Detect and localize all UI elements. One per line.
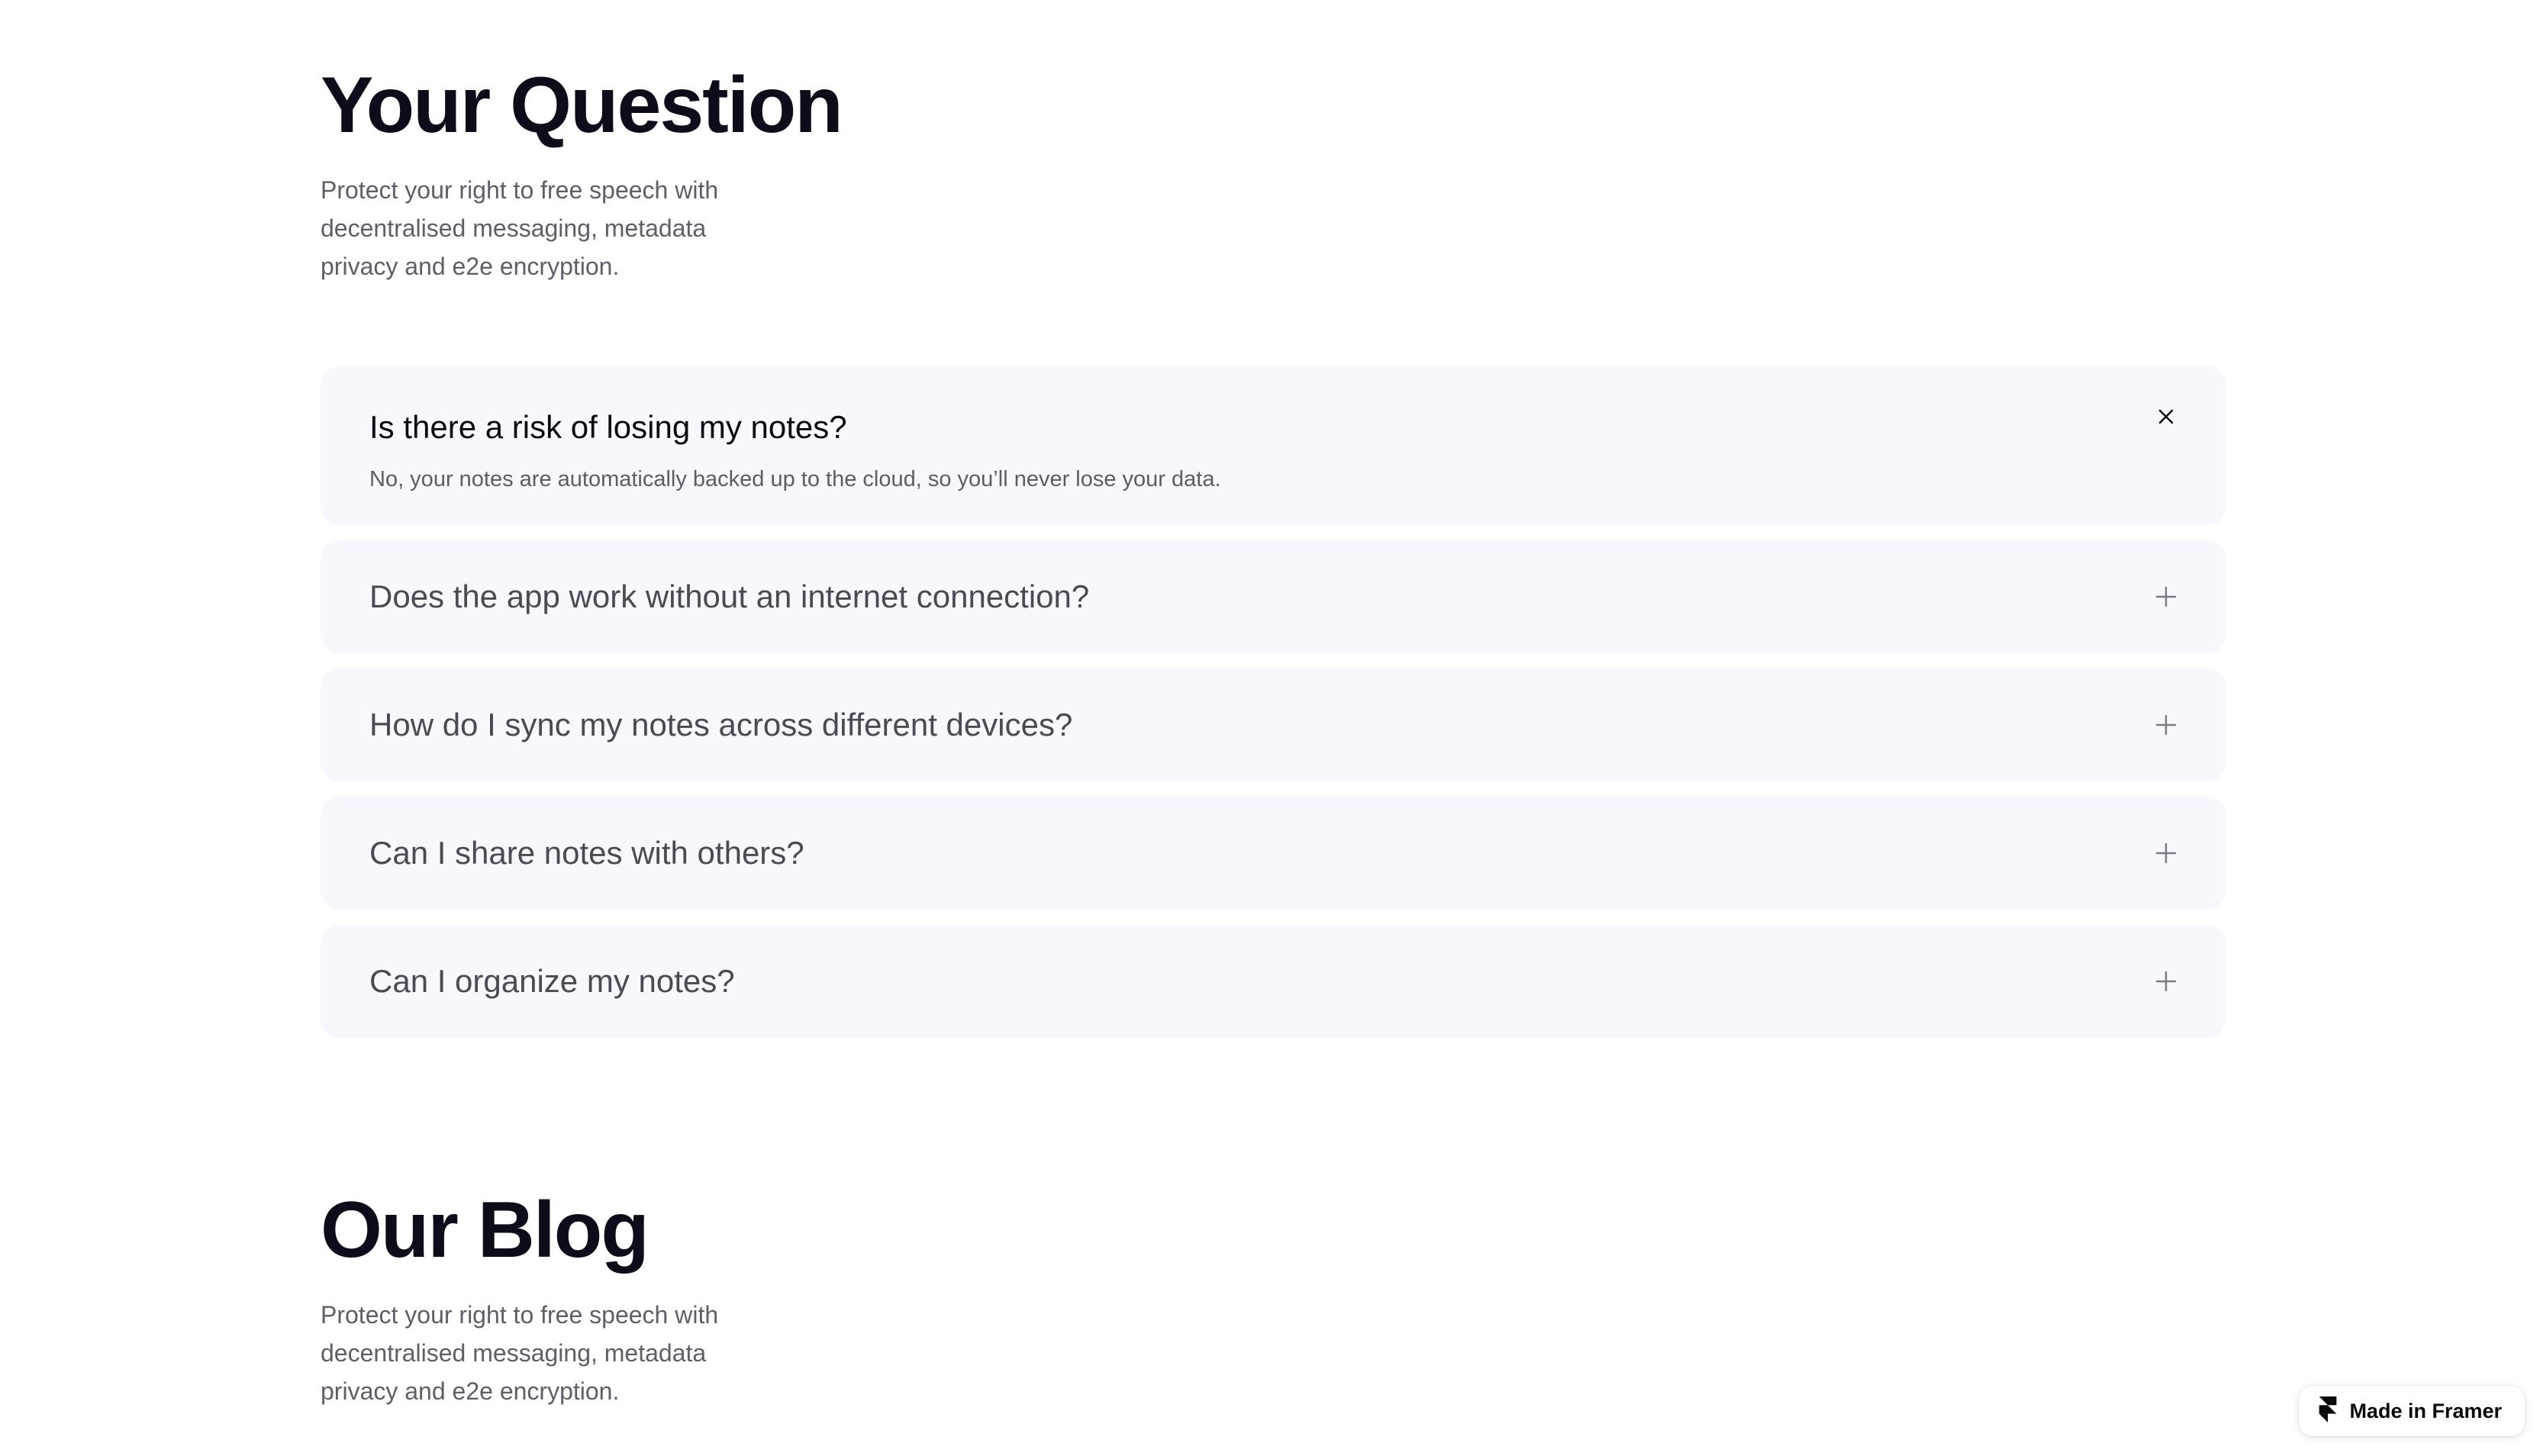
framer-logo-icon <box>2319 1396 2337 1426</box>
faq-question: Does the app work without an internet co… <box>369 578 1090 614</box>
faq-title: Your Question <box>321 61 843 150</box>
made-in-framer-badge[interactable]: Made in Framer <box>2299 1386 2525 1436</box>
faq-question: Is there a risk of losing my notes? <box>369 409 847 445</box>
faq-item[interactable]: Can I organize my notes? <box>321 925 2226 1038</box>
faq-item[interactable]: How do I sync my notes across different … <box>321 668 2226 781</box>
faq-question: Can I organize my notes? <box>369 963 735 999</box>
faq-description: Protect your right to free speech with d… <box>321 176 719 280</box>
made-in-framer-label: Made in Framer <box>2349 1399 2502 1422</box>
faq-item[interactable]: Does the app work without an internet co… <box>321 540 2226 653</box>
blog-description: Protect your right to free speech with d… <box>321 1301 719 1405</box>
close-icon[interactable] <box>2149 400 2183 433</box>
faq-list: Is there a risk of losing my notes? No, … <box>321 366 2226 1053</box>
plus-icon[interactable] <box>2149 965 2183 998</box>
faq-question: How do I sync my notes across different … <box>369 707 1073 742</box>
plus-icon[interactable] <box>2149 708 2183 742</box>
plus-icon[interactable] <box>2149 836 2183 870</box>
faq-question: Can I share notes with others? <box>369 835 804 871</box>
page: Your Question Protect your right to free… <box>0 0 2540 1456</box>
faq-answer: No, your notes are automatically backed … <box>369 467 1221 491</box>
faq-item[interactable]: Is there a risk of losing my notes? No, … <box>321 366 2226 525</box>
blog-section: Our Blog Protect your right to free spee… <box>321 1178 2226 1410</box>
faq-section: Your Question Protect your right to free… <box>321 53 2226 1038</box>
plus-icon[interactable] <box>2149 580 2183 614</box>
faq-item[interactable]: Can I share notes with others? <box>321 797 2226 910</box>
blog-title: Our Blog <box>321 1186 650 1274</box>
